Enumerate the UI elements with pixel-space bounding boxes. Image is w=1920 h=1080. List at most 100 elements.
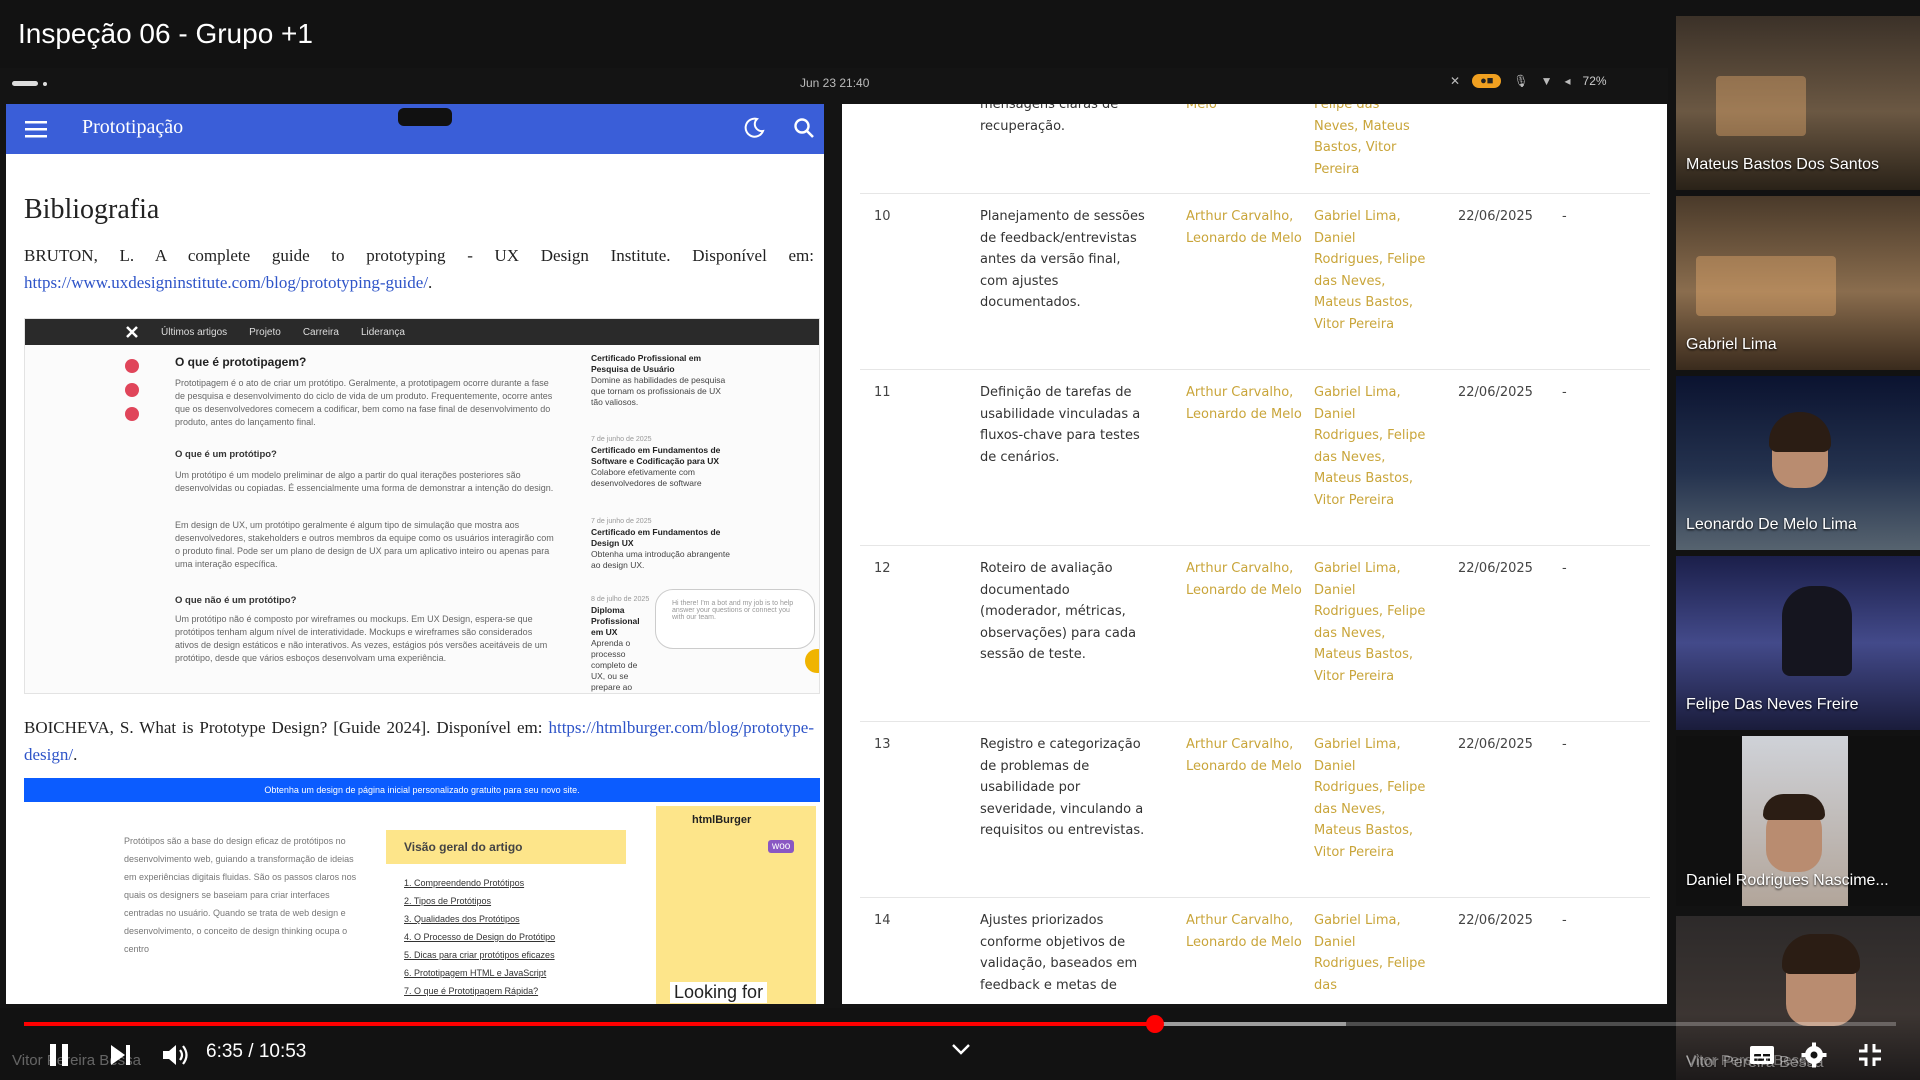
cell-description: Definição de tarefas de usabilidade vinc… [980,385,1141,465]
cell-description: Planejamento de sessões de feedback/entr… [980,209,1145,310]
app-bar: Prototipação [6,104,824,154]
cell-number: 14 [874,913,891,928]
battery-level: 72% [1582,74,1607,88]
window-drag-handle[interactable] [398,108,452,126]
article-subheading: O que não é um protótipo? [175,595,297,606]
cell-responsible: Arthur Carvalho, Leonardo de Melo [1186,561,1302,598]
reference-text: BOICHEVA, S. What is Prototype Design? [… [24,718,549,737]
scrubber-handle[interactable] [1145,1015,1164,1033]
toc-item: 5. Dicas para criar protótipos eficazes [404,950,555,960]
cell-number: 13 [874,737,891,752]
hamburger-menu-icon[interactable] [24,118,48,140]
cell-number: 12 [874,561,891,576]
nav-item: Liderança [360,326,405,338]
cell-date: 22/06/2025 [1458,561,1533,576]
video-player[interactable]: Inspeção 06 - Grupo +1 Jun 23 21:40 ✕ ●■… [0,0,1920,1080]
volume-icon[interactable] [160,1040,190,1070]
participant-tile[interactable]: Felipe Das Neves Freire [1676,556,1920,730]
cell-number: 11 [874,385,891,400]
section-title: Bibliografia [24,194,160,225]
htmlburger-promo: htmlBurger woo Looking for [656,806,816,1004]
toc-title: Visão geral do artigo [386,830,626,864]
participant-tile[interactable]: Leonardo De Melo Lima [1676,376,1920,550]
status-dot [43,82,47,86]
reference-bruton: BRUTON, L. A complete guide to prototypi… [24,242,814,296]
promo-banner: Obtenha um design de página inicial pers… [24,778,820,802]
participant-video-hair [1763,794,1825,820]
participant-tile[interactable]: Daniel Rodrigues Nascime... [1676,736,1920,906]
recording-icon: ●■ [1472,74,1502,88]
inspection-table: mensagens claras de recuperação. Melo Fe… [860,104,1650,1004]
table-row: mensagens claras de recuperação. Melo Fe… [860,104,1650,194]
cell-date: 22/06/2025 [1458,385,1533,400]
wifi-icon: ▼ [1540,74,1553,88]
cell-date: 22/06/2025 [1458,209,1533,224]
participant-name: Gabriel Lima [1686,336,1777,353]
shared-screen: Jun 23 21:40 ✕ ●■ 🎙 ▼ ◂ 72% Prototipação [0,68,1668,1008]
search-icon[interactable] [792,116,816,140]
cell-participants: Gabriel Lima, Daniel Rodrigues, Felipe d… [1314,737,1426,860]
volume-status-icon: ◂ [1564,74,1571,88]
toc-item: 7. O que é Prototipagem Rápida? [404,986,539,996]
inspection-table-pane[interactable]: mensagens claras de recuperação. Melo Fe… [842,104,1667,1004]
article-paragraph: Em design de UX, um protótipo geralmente… [175,520,554,569]
table-row: 13 Registro e categorização de problemas… [860,722,1650,898]
video-title: Inspeção 06 - Grupo +1 [18,18,313,49]
instagram-icon [125,359,139,373]
cell-date: 22/06/2025 [1458,737,1533,752]
nav-item: Projeto [249,326,281,338]
participant-video [1716,76,1806,136]
course-title: Certificado em Fundamentos de Design UX [591,527,721,548]
document-pane[interactable]: Prototipação Bibliografia BRUTON, L. A c… [6,104,824,1004]
table-of-contents: Visão geral do artigo 1. Compreendendo P… [386,830,626,1004]
document-content-2: BOICHEVA, S. What is Prototype Design? [… [24,698,814,768]
course-text: Aprenda o processo completo de UX, ou se… [591,638,638,692]
participant-video [1696,256,1836,316]
cell-notes: - [1562,561,1567,576]
participant-video-hair [1769,412,1831,452]
htmlburger-brand: htmlBurger [692,814,752,826]
time-display: 6:35 / 10:53 [206,1041,307,1062]
cell-notes: - [1562,913,1567,928]
participant-name: Felipe Das Neves Freire [1686,696,1859,713]
screenshot-uxdi-article: Últimos artigos Projeto Carreira Lideran… [24,318,820,694]
chevron-down-icon[interactable] [950,1042,972,1056]
progress-bar[interactable] [24,1022,1896,1026]
woo-badge: woo [768,840,795,853]
reference-link-uxdi[interactable]: https://www.uxdesigninstitute.com/blog/p… [24,273,428,292]
cell-notes: - [1562,209,1567,224]
participant-tile[interactable]: Mateus Bastos Dos Santos [1676,16,1920,190]
cell-description: Registro e categorização de problemas de… [980,737,1145,838]
article-paragraph: Um protótipo é um modelo preliminar de a… [175,470,554,493]
course-text: Obtenha uma introdução abrangente ao des… [591,549,730,570]
uxdi-logo-icon [126,326,138,338]
document-content: Bibliografia BRUTON, L. A complete guide… [24,166,814,296]
cell-date: 22/06/2025 [1458,913,1533,928]
cell-participants: Felipe das Neves, Mateus Bastos, Vitor P… [1314,104,1410,177]
participant-tile[interactable]: Gabriel Lima [1676,196,1920,370]
nav-item: Carreira [302,326,339,338]
course-card: 7 de junho de 2025 Certificado em Fundame… [591,513,731,571]
dark-mode-icon[interactable] [742,116,766,140]
course-date: 7 de junho de 2025 [591,517,652,525]
article-paragraph: Um protótipo não é composto por wirefram… [175,614,548,663]
status-icons: ✕ ●■ 🎙 ▼ ◂ 72% [1450,74,1607,88]
reference-trail: . [428,273,433,292]
participant-video-hair [1782,934,1860,974]
toc-item: 4. O Processo de Design do Protótipo [404,932,556,942]
table-row: 10 Planejamento de sessões de feedback/e… [860,194,1650,370]
cell-responsible: Arthur Carvalho, Leonardo de Melo [1186,385,1302,422]
exit-fullscreen-icon[interactable] [1856,1040,1884,1070]
reference-trail: . [73,745,78,764]
cell-number: 10 [874,209,891,224]
course-card: 8 de julho de 2025 Diploma Profissional e… [591,591,651,693]
caption-ghost-left: Vitor Pereira Bessa [12,1052,141,1069]
tablet-status-bar: Jun 23 21:40 ✕ ●■ 🎙 ▼ ◂ 72% [0,68,1668,98]
x-icon [125,383,139,397]
toc-item: 3. Qualidades dos Protótipos [404,914,520,924]
course-title: Diploma Profissional em UX [591,605,640,637]
cell-participants: Gabriel Lima, Daniel Rodrigues, Felipe d… [1314,209,1426,332]
screenshot-htmlburger-article: Obtenha um design de página inicial pers… [24,778,820,1004]
course-date: 7 de junho de 2025 [591,435,652,443]
mic-off-icon: ✕ [1450,74,1461,88]
